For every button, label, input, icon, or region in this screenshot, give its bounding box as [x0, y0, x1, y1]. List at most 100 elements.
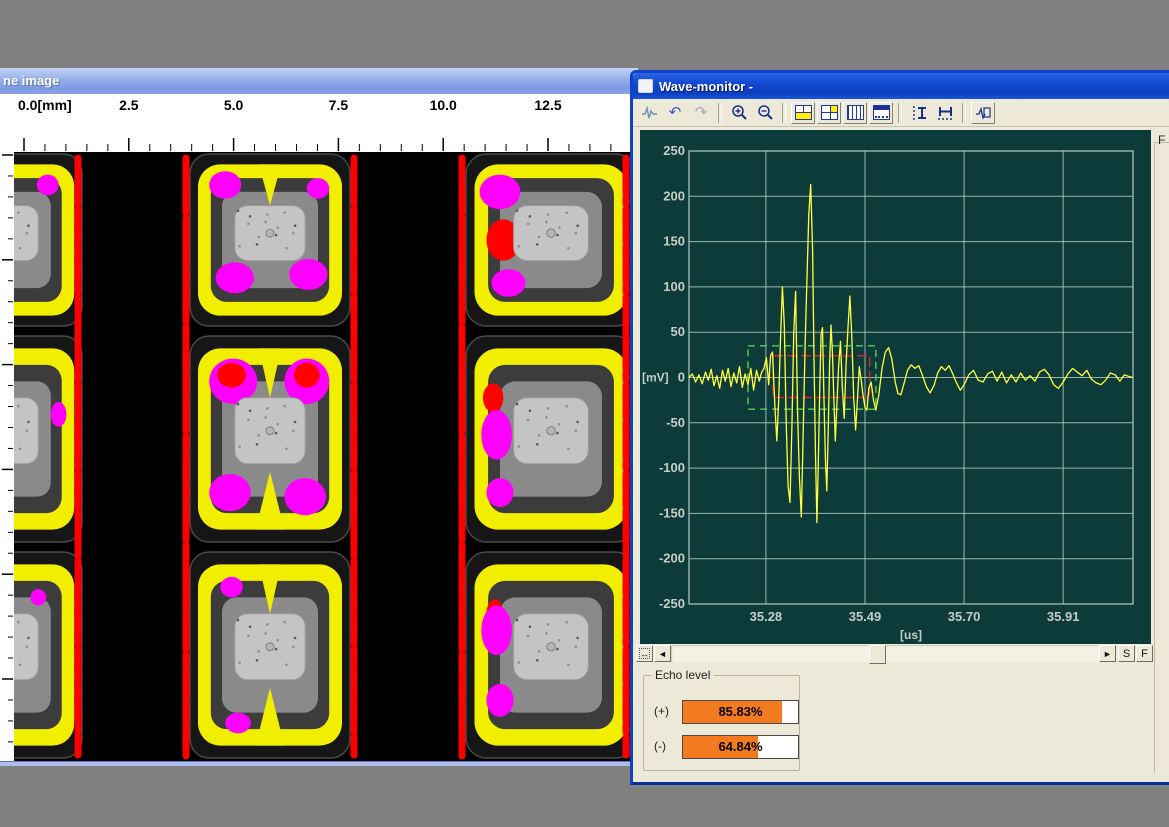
- wave-monitor-titlebar[interactable]: Wave-monitor -: [633, 73, 1169, 99]
- y-tick-label: -200: [659, 551, 685, 566]
- y-tick-label: -100: [659, 460, 685, 475]
- y-tick-label: -50: [666, 415, 685, 430]
- vertical-ruler: [0, 152, 14, 762]
- table-view-button[interactable]: [869, 102, 893, 124]
- grid-view-icon: [847, 105, 864, 120]
- defect-blob-magenta: [216, 262, 254, 293]
- defect-blob-magenta: [31, 589, 47, 605]
- app-icon: [638, 79, 653, 93]
- x-tick-label: 35.70: [948, 609, 981, 624]
- waveform-tool-button[interactable]: [637, 102, 661, 124]
- redo-button[interactable]: ↷: [689, 102, 713, 124]
- scrollbar-thumb[interactable]: [869, 645, 886, 664]
- scan-image-container: [14, 152, 630, 762]
- defect-blob-magenta: [492, 269, 526, 297]
- y-tick-label: 200: [663, 188, 685, 203]
- echo-level-groupbox: Echo level (+) 85.83% (-) 64.84%: [643, 675, 800, 771]
- wave-monitor-title: Wave-monitor -: [659, 79, 753, 94]
- wave-gate-icon: [975, 105, 992, 121]
- defect-blob-magenta: [307, 178, 329, 199]
- f-button[interactable]: F: [1136, 645, 1153, 662]
- scroll-right-button[interactable]: ►: [1099, 645, 1116, 662]
- vertical-ruler-ticks: [0, 152, 14, 762]
- zoom-in-icon: [731, 104, 748, 121]
- defect-blob-magenta: [486, 684, 513, 717]
- defect-blob-magenta: [481, 606, 512, 655]
- horizontal-ruler: 0.0[mm]2.55.07.510.012.5: [0, 94, 638, 152]
- defect-blob-magenta: [284, 478, 326, 515]
- vertical-gate-button[interactable]: [907, 102, 931, 124]
- waveform-plot[interactable]: 250200150100500-50-100-150-200-25035.283…: [640, 130, 1151, 644]
- echo-level-area: Echo level (+) 85.83% (-) 64.84%: [633, 664, 1151, 779]
- wave-monitor-window: Wave-monitor - ↶ ↷: [630, 70, 1169, 785]
- defect-blob-magenta: [289, 259, 327, 290]
- desktop: ne image 0.0[mm]2.55.07.510.012.5 Wave-m…: [0, 0, 1169, 827]
- scrollbar-track[interactable]: [671, 645, 1099, 662]
- scan-chip: [190, 154, 350, 326]
- grid-view-button[interactable]: [843, 102, 867, 124]
- echo-level-title: Echo level: [651, 668, 714, 682]
- s-button[interactable]: S: [1118, 645, 1135, 662]
- undo-icon: ↶: [669, 105, 682, 120]
- horizontal-gate-button[interactable]: [933, 102, 957, 124]
- scan-chip: [190, 552, 350, 758]
- y-tick-label: 50: [671, 324, 685, 339]
- toolbar-separator: [898, 103, 902, 123]
- scan-chip: [466, 336, 630, 542]
- time-scrollbar-row: ↔ ◄ ► S F: [636, 644, 1154, 664]
- toolbar-separator: [962, 103, 966, 123]
- arrow-left-icon: ◄: [658, 649, 667, 659]
- zoom-out-button[interactable]: [753, 102, 777, 124]
- y-tick-label: -250: [659, 596, 685, 611]
- defect-blob-magenta: [37, 175, 59, 196]
- acoustic-scan-image[interactable]: [14, 152, 630, 762]
- defect-blob-magenta: [220, 577, 242, 598]
- wave-monitor-toolbar: ↶ ↷: [633, 99, 1169, 127]
- x-tick-label: 35.91: [1047, 609, 1080, 624]
- ruler-label: 10.0: [430, 97, 457, 113]
- echo-minus-label: (-): [654, 739, 666, 753]
- wave-gate-button[interactable]: [971, 102, 995, 124]
- ruler-label: 7.5: [329, 97, 348, 113]
- vertical-gate-icon: [911, 105, 928, 121]
- defect-blob-magenta: [486, 478, 513, 507]
- plot-background: [640, 130, 1151, 644]
- image-window-title: ne image: [0, 73, 59, 88]
- layout-bottom-pane-button[interactable]: [791, 102, 815, 124]
- expand-range-button[interactable]: ↔: [636, 645, 653, 662]
- defect-blob-magenta: [481, 410, 512, 459]
- side-panel-label: F: [1158, 133, 1165, 147]
- scan-chip: [190, 336, 350, 542]
- undo-button[interactable]: ↶: [663, 102, 687, 124]
- side-groupbox-edge: [1154, 142, 1169, 773]
- layout-split-quad-icon: [821, 105, 838, 120]
- right-side-panel: F: [1151, 130, 1169, 779]
- defect-blob-magenta: [51, 402, 67, 427]
- zoom-in-button[interactable]: [727, 102, 751, 124]
- toolbar-separator: [718, 103, 722, 123]
- defect-blob-red: [294, 363, 320, 388]
- horizontal-gate-icon: [937, 105, 954, 121]
- redo-icon: ↷: [695, 105, 708, 120]
- y-axis-unit-label: [mV]: [642, 371, 669, 385]
- scan-chip: [466, 154, 630, 326]
- ruler-label: 5.0: [224, 97, 243, 113]
- waveform-plot-panel: 250200150100500-50-100-150-200-25035.283…: [640, 130, 1151, 644]
- defect-blob-magenta: [209, 474, 251, 511]
- scan-chip: [14, 336, 82, 542]
- x-axis-unit-label: [us]: [900, 628, 922, 642]
- ruler-label: 0.0[mm]: [18, 97, 72, 113]
- scroll-left-button[interactable]: ◄: [654, 645, 671, 662]
- ruler-label: 12.5: [534, 97, 561, 113]
- scan-chip: [466, 552, 630, 758]
- layout-corner-pane-button[interactable]: [817, 102, 841, 124]
- expand-range-icon: ↔: [639, 648, 650, 659]
- defect-blob-magenta: [209, 171, 241, 199]
- y-tick-label: -150: [659, 505, 685, 520]
- y-tick-label: 0: [678, 370, 685, 385]
- image-window-titlebar[interactable]: ne image: [0, 68, 638, 95]
- echo-plus-value: 85.83%: [683, 701, 798, 723]
- defect-blob-magenta: [480, 175, 521, 209]
- echo-minus-value: 64.84%: [683, 736, 798, 758]
- x-tick-label: 35.49: [849, 609, 882, 624]
